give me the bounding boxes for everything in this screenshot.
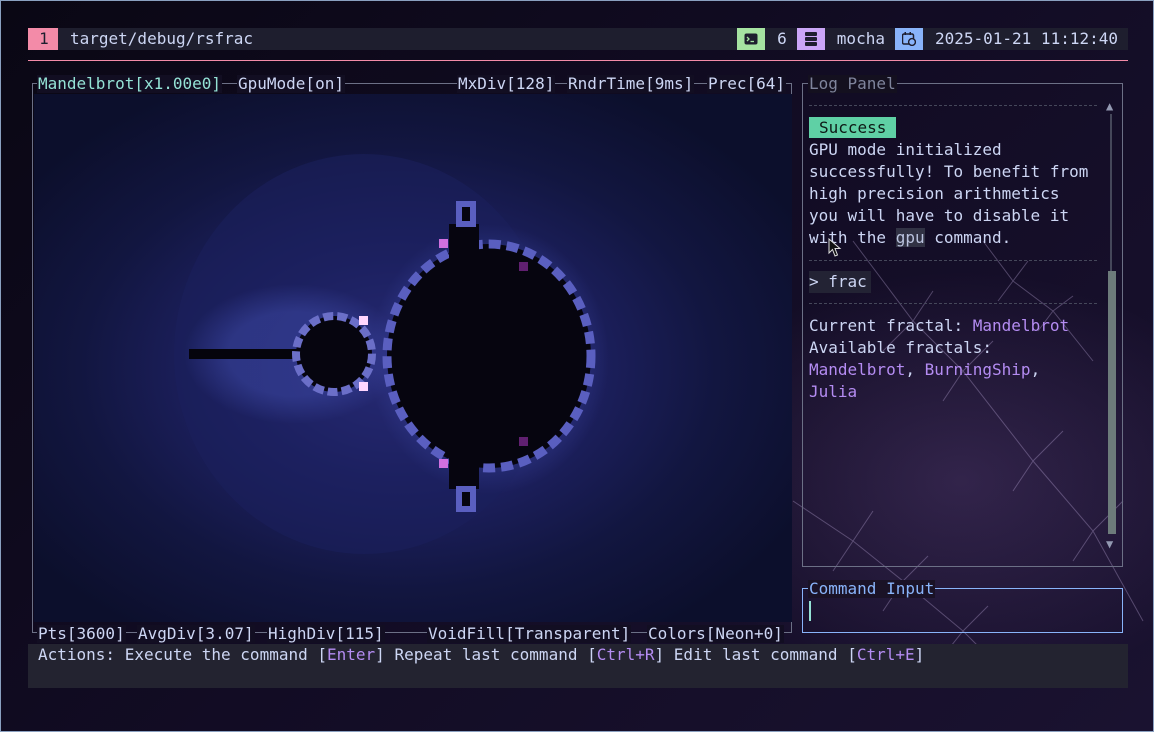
fractal-viewport[interactable]: Mandelbrot[x1.00e0] GpuMode[on] MxDiv[12…	[32, 75, 792, 643]
highest-divergence: HighDiv[115]	[267, 624, 385, 643]
status-bar-divider	[28, 60, 1128, 61]
status-bar: 1 target/debug/rsfrac 6 mocha 2025-01-21…	[28, 28, 1128, 50]
ctrl-r-key-hint: Ctrl+R	[596, 645, 655, 664]
actions-bar: Actions: Execute the command [Enter] Rep…	[28, 644, 1128, 688]
current-fractal-value: Mandelbrot	[972, 316, 1070, 335]
fractal-option-mandelbrot: Mandelbrot	[809, 360, 906, 379]
available-fractals-label: Available fractals:	[809, 338, 993, 357]
log-separator	[809, 303, 1097, 304]
available-fractals-list: Mandelbrot, BurningShip,	[809, 359, 1109, 381]
log-panel[interactable]: Log Panel Success GPU mode initialized s…	[802, 75, 1123, 567]
void-fill: VoidFill[Transparent]	[427, 624, 632, 643]
gpu-mode-indicator: GpuMode[on]	[237, 74, 345, 93]
log-separator	[809, 260, 1097, 261]
average-divergence: AvgDiv[3.07]	[137, 624, 255, 643]
fractal-name-zoom: Mandelbrot[x1.00e0]	[37, 74, 223, 93]
executed-command: > frac	[809, 271, 871, 293]
fractal-info: Current fractal: Mandelbrot Available fr…	[809, 315, 1109, 403]
terminal-icon	[737, 28, 766, 50]
max-divergence: MxDiv[128]	[457, 74, 556, 93]
date-time: 2025-01-21 11:12:40	[934, 29, 1118, 48]
render-time: RndrTime[9ms]	[567, 74, 695, 93]
calendar-clock-icon	[894, 28, 923, 50]
command-input-title: Command Input	[808, 579, 936, 598]
success-badge: Success	[809, 117, 897, 138]
terminal-window: 1 target/debug/rsfrac 6 mocha 2025-01-21…	[0, 0, 1154, 732]
fractal-option-julia: Julia	[809, 382, 858, 401]
command-input-field[interactable]	[813, 601, 1113, 621]
list-separator: ,	[905, 360, 925, 379]
window-title: target/debug/rsfrac	[70, 29, 254, 48]
precision: Prec[64]	[707, 74, 787, 93]
color-palette: Colors[Neon+0]	[647, 624, 784, 643]
log-scrollbar-thumb[interactable]	[1108, 271, 1116, 534]
repeat-action-label: ] Repeat last command [	[375, 645, 597, 664]
actions-label: Actions:	[38, 645, 125, 664]
gpu-command-code: gpu	[895, 228, 925, 247]
actions-end-bracket: ]	[914, 645, 925, 664]
command-input-panel[interactable]: Command Input	[802, 580, 1123, 633]
workspace-indicator[interactable]: 1	[28, 28, 58, 50]
server-icon	[796, 28, 825, 50]
log-panel-title: Log Panel	[808, 74, 897, 93]
text-cursor	[809, 601, 811, 621]
theme-name: mocha	[836, 29, 885, 48]
fractal-render[interactable]	[34, 94, 792, 622]
terminal-count: 6	[777, 29, 787, 48]
edit-action-label: ] Edit last command [	[654, 645, 857, 664]
execute-action-label: Execute the command [	[124, 645, 327, 664]
log-message-text-end: command.	[924, 228, 1012, 247]
mouse-cursor-icon	[828, 238, 842, 257]
log-message: GPU mode initialized successfully! To be…	[809, 139, 1101, 249]
scroll-up-arrow-icon[interactable]: ▲	[1106, 99, 1113, 113]
current-fractal-line: Current fractal: Mandelbrot	[809, 315, 1109, 337]
log-separator	[809, 105, 1097, 106]
fractal-option-burningship: BurningShip	[924, 360, 1031, 379]
enter-key-hint: Enter	[327, 645, 376, 664]
ctrl-e-key-hint: Ctrl+E	[856, 645, 915, 664]
scroll-down-arrow-icon[interactable]: ▼	[1106, 537, 1113, 551]
list-separator: ,	[1030, 360, 1041, 379]
current-fractal-label: Current fractal:	[809, 316, 973, 335]
available-fractals-list-cont: Julia	[809, 381, 1109, 403]
points-count: Pts[3600]	[37, 624, 126, 643]
